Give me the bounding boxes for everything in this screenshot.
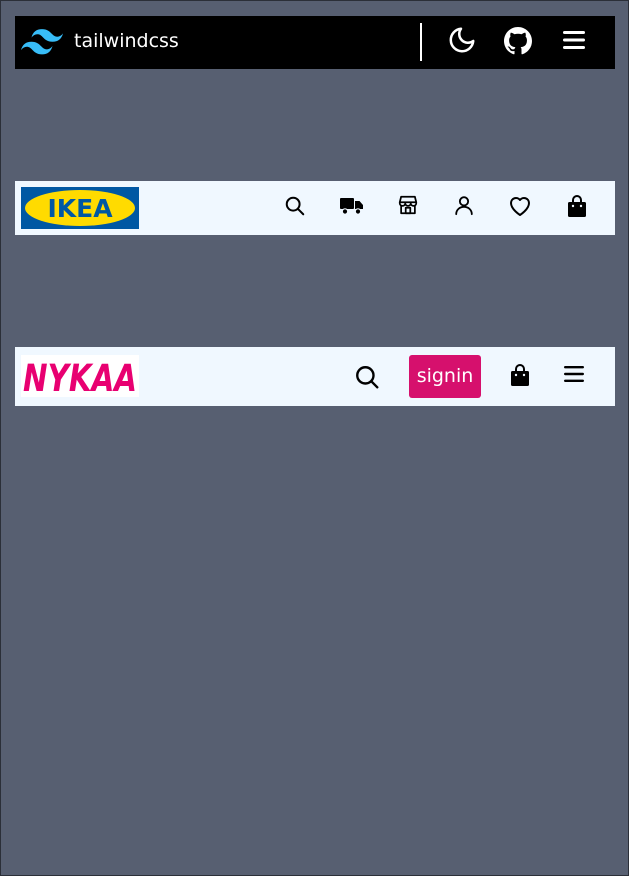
nykaa-logo-text: NYKAA — [23, 357, 137, 397]
nykaa-navbar: NYKAA signin — [15, 347, 615, 406]
heart-icon[interactable] — [506, 192, 534, 220]
menu-icon[interactable] — [558, 25, 590, 55]
divider — [420, 23, 422, 61]
store-icon[interactable] — [394, 191, 422, 219]
brand-name[interactable]: tailwindcss — [74, 28, 179, 54]
tailwind-logo-icon[interactable] — [21, 28, 63, 56]
menu-icon[interactable] — [560, 361, 588, 387]
shopping-bag-icon[interactable] — [506, 360, 534, 390]
nykaa-logo[interactable]: NYKAA — [21, 355, 139, 397]
user-icon[interactable] — [450, 191, 478, 219]
search-icon[interactable] — [281, 192, 309, 220]
ikea-navbar: IKEA — [15, 181, 615, 235]
ikea-logo-text: IKEA — [47, 194, 113, 223]
tailwind-navbar: tailwindcss — [15, 16, 615, 69]
shopping-bag-icon[interactable] — [563, 191, 591, 221]
github-icon[interactable] — [502, 25, 534, 57]
search-icon[interactable] — [352, 362, 382, 392]
ikea-logo[interactable]: IKEA — [21, 187, 139, 229]
truck-icon[interactable] — [338, 192, 366, 220]
moon-icon[interactable] — [446, 24, 478, 56]
signin-button[interactable]: signin — [409, 355, 481, 398]
